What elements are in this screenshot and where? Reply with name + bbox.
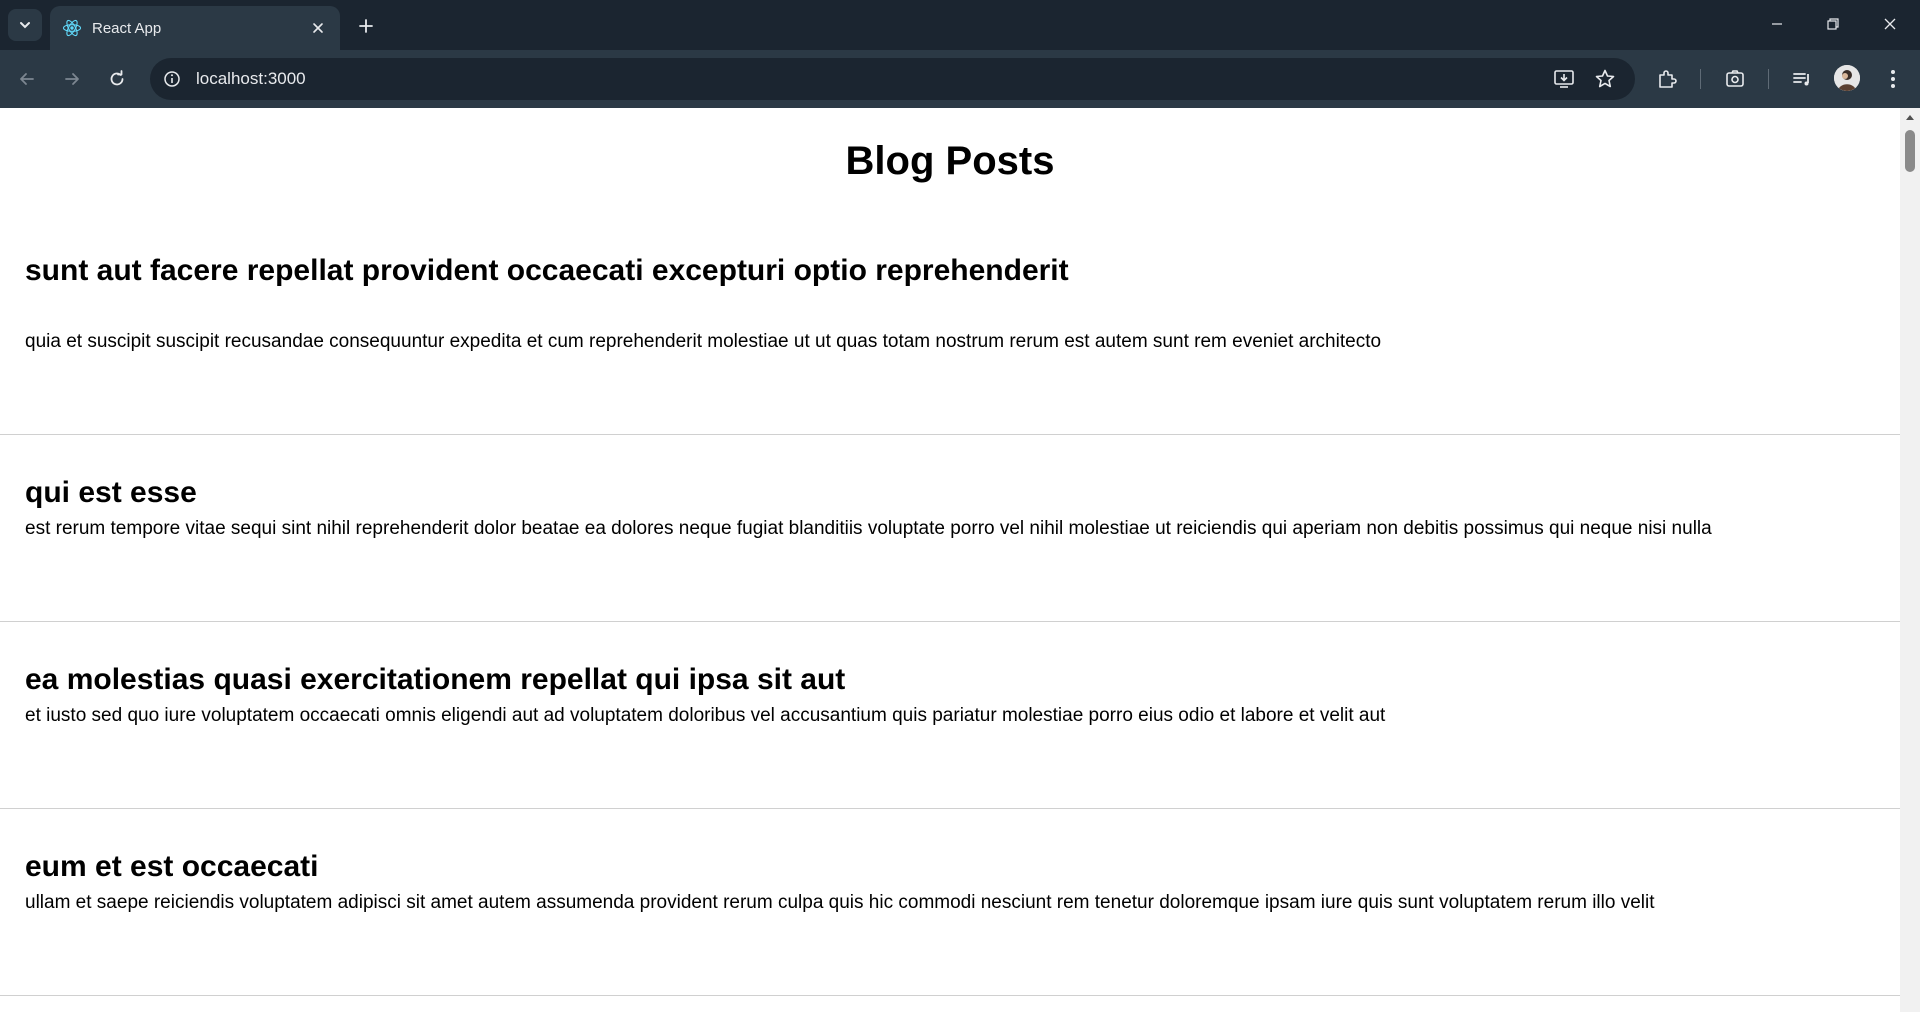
close-window-button[interactable]: [1862, 0, 1918, 48]
restore-icon: [1827, 18, 1839, 30]
info-icon[interactable]: [160, 67, 184, 91]
url-text[interactable]: localhost:3000: [196, 69, 306, 89]
page-viewport: Blog Posts sunt aut facere repellat prov…: [0, 108, 1900, 1012]
minimize-button[interactable]: [1749, 0, 1805, 48]
arrow-right-icon: [65, 73, 79, 85]
post-title: ea molestias quasi exercitationem repell…: [25, 663, 846, 696]
camera-icon[interactable]: [1718, 62, 1752, 96]
scroll-up-arrow-icon[interactable]: [1904, 112, 1916, 122]
tab-react-app[interactable]: React App: [50, 6, 340, 50]
reload-button[interactable]: [100, 62, 134, 96]
tab-strip: React App: [0, 0, 1920, 50]
toolbar-divider: [1700, 69, 1701, 89]
reload-icon: [110, 70, 124, 86]
puzzle-icon[interactable]: [1650, 62, 1684, 96]
post-item: sunt aut facere repellat provident occae…: [0, 248, 1900, 435]
back-button[interactable]: [10, 62, 44, 96]
post-body: quia et suscipit suscipit recusandae con…: [25, 331, 1382, 352]
address-bar[interactable]: localhost:3000: [150, 58, 1635, 100]
star-icon[interactable]: [1593, 67, 1617, 91]
media-queue-icon[interactable]: [1785, 62, 1819, 96]
minimize-icon: [1772, 23, 1782, 25]
post-item: qui est esse est rerum tempore vitae seq…: [0, 435, 1900, 622]
post-body: et iusto sed quo iure voluptatem occaeca…: [25, 705, 1386, 726]
arrow-left-icon: [20, 73, 34, 85]
tab-title: React App: [92, 19, 162, 37]
post-item: ea molestias quasi exercitationem repell…: [0, 622, 1900, 809]
kebab-menu-icon[interactable]: [1876, 62, 1910, 96]
profile-avatar[interactable]: [1834, 65, 1860, 91]
post-list: sunt aut facere repellat provident occae…: [0, 248, 1900, 996]
chevron-down-icon: [20, 22, 30, 29]
page-scrollbar[interactable]: [1900, 108, 1920, 1012]
toolbar-divider: [1768, 69, 1769, 89]
close-icon: [1884, 18, 1896, 30]
post-title: eum et est occaecati: [25, 850, 319, 883]
post-body: ullam et saepe reiciendis voluptatem adi…: [25, 892, 1655, 913]
browser-toolbar: localhost:3000: [0, 50, 1920, 108]
page-title: Blog Posts: [845, 139, 1055, 183]
install-app-icon[interactable]: [1552, 67, 1576, 91]
react-logo-icon: [62, 18, 82, 38]
close-icon[interactable]: [304, 14, 332, 42]
post-body: est rerum tempore vitae sequi sint nihil…: [25, 518, 1712, 539]
post-title: sunt aut facere repellat provident occae…: [25, 254, 1069, 287]
new-tab-button[interactable]: [350, 10, 382, 42]
forward-button[interactable]: [55, 62, 89, 96]
scroll-thumb[interactable]: [1905, 130, 1915, 172]
tab-search-button[interactable]: [8, 9, 42, 41]
plus-icon: [359, 19, 373, 33]
restore-button[interactable]: [1805, 0, 1861, 48]
post-item: eum et est occaecati ullam et saepe reic…: [0, 809, 1900, 996]
post-title: qui est esse: [25, 476, 197, 509]
